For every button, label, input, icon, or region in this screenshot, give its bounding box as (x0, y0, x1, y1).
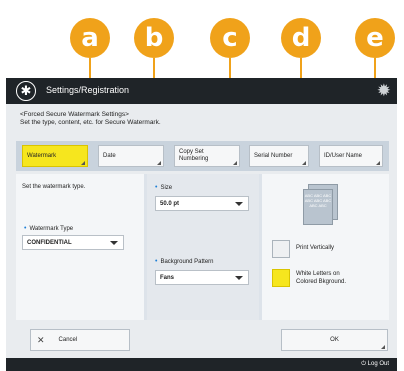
print-vertically-checkbox[interactable] (272, 240, 290, 258)
ok-label: OK (330, 337, 339, 343)
corner-arrow-icon (81, 161, 85, 165)
callout-a: a (70, 18, 110, 58)
ok-button[interactable]: OK (281, 329, 388, 351)
page-description: <Forced Secure Watermark Settings> Set t… (20, 111, 161, 126)
corner-arrow-icon (233, 161, 237, 165)
logout-label: Log Out (367, 361, 389, 367)
callout-b: b (134, 18, 174, 58)
device-screen: ✱ Settings/Registration ✹ <Forced Secure… (6, 78, 397, 371)
watermark-type-column: Set the watermark type. • Watermark Type … (16, 174, 144, 320)
status-bar: ⏻ Log Out (6, 358, 397, 371)
bullet-icon: • (155, 258, 158, 265)
gear-icon[interactable]: ✹ (377, 81, 391, 101)
settings-panel: Set the watermark type. • Watermark Type … (16, 174, 389, 320)
preview-options-column: ABC ABC ABC ABC ABC ABC ABC ABC Print Ve… (262, 174, 389, 320)
tab-label: Copy Set Numbering (179, 149, 209, 162)
size-select[interactable]: 50.0 pt (155, 196, 249, 211)
bullet-icon: • (24, 225, 27, 232)
size-label: • Size (155, 184, 173, 191)
tab-bar: Watermark Date Copy Set Numbering Serial… (16, 141, 389, 171)
title-bar: ✱ Settings/Registration ✹ (6, 78, 397, 104)
tab-date[interactable]: Date (98, 145, 164, 167)
tab-watermark[interactable]: Watermark (22, 145, 88, 167)
callout-c: c (210, 18, 250, 58)
close-icon: ✕ (37, 334, 45, 345)
chevron-down-icon (110, 241, 118, 245)
white-letters-label: White Letters on Colored Bkground. (296, 271, 347, 285)
tab-label: Serial Number (254, 152, 293, 159)
watermark-type-select[interactable]: CONFIDENTIAL (22, 235, 124, 250)
logout-button[interactable]: ⏻ Log Out (361, 361, 389, 368)
tab-id-user-name[interactable]: ID/User Name (319, 145, 383, 167)
watermark-type-label: • Watermark Type (24, 225, 74, 232)
tab-copy-set-numbering[interactable]: Copy Set Numbering (174, 145, 240, 167)
watermark-preview-icon: ABC ABC ABC ABC ABC ABC ABC ABC (300, 184, 342, 226)
callout-e: e (355, 18, 395, 58)
corner-arrow-icon (381, 345, 385, 349)
white-letters-checkbox[interactable] (272, 269, 290, 287)
tab-serial-number[interactable]: Serial Number (249, 145, 309, 167)
corner-arrow-icon (157, 161, 161, 165)
corner-arrow-icon (302, 161, 306, 165)
bullet-icon: • (155, 184, 158, 191)
background-pattern-select[interactable]: Fans (155, 270, 249, 285)
window-title: Settings/Registration (46, 85, 130, 95)
callout-d: d (281, 18, 321, 58)
size-value: 50.0 pt (160, 200, 180, 207)
tab-label: ID/User Name (324, 152, 363, 159)
cancel-button[interactable]: ✕ Cancel (30, 329, 130, 351)
watermark-type-value: CONFIDENTIAL (27, 239, 72, 246)
chevron-down-icon (235, 276, 243, 280)
background-pattern-value: Fans (160, 274, 175, 281)
corner-arrow-icon (376, 161, 380, 165)
tab-label: Date (103, 152, 116, 159)
settings-icon: ✱ (16, 81, 36, 101)
background-pattern-label: • Background Pattern (155, 258, 214, 265)
preview-sheet-front: ABC ABC ABC ABC ABC ABC ABC ABC (303, 189, 333, 225)
chevron-down-icon (235, 202, 243, 206)
size-pattern-column: • Size 50.0 pt • Background Pattern Fans (147, 174, 259, 320)
instruction-text: Set the watermark type. (22, 184, 86, 190)
print-vertically-label: Print Vertically (296, 245, 335, 251)
cancel-label: Cancel (58, 337, 78, 343)
tab-label: Watermark (27, 152, 57, 159)
